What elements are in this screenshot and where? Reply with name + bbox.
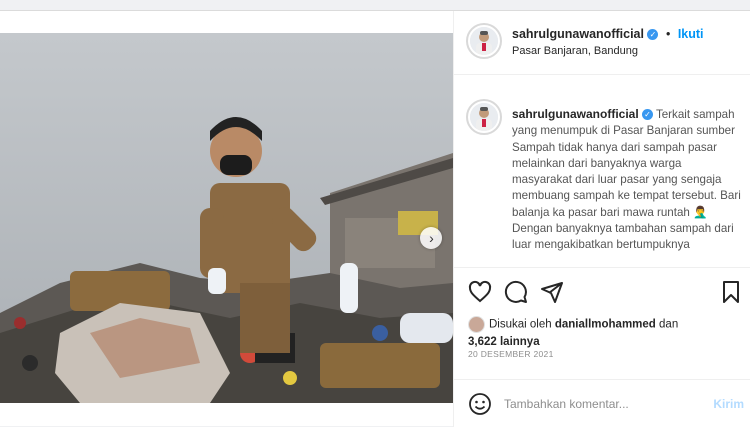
liker-avatar[interactable] xyxy=(468,316,485,333)
post-photo[interactable]: › xyxy=(0,33,453,403)
verified-badge-icon: ✓ xyxy=(647,29,659,41)
caption-text: sahrulgunawanofficial ✓ Terkait sampah y… xyxy=(512,106,742,254)
save-icon[interactable] xyxy=(719,280,743,304)
next-photo-button[interactable]: › xyxy=(420,227,442,249)
follow-button[interactable]: Ikuti xyxy=(678,27,704,41)
instagram-post-frame: › sahrulgunawanofficial ✓ • Ikuti Pasar … xyxy=(0,10,750,427)
post-image xyxy=(0,33,453,403)
caption-username[interactable]: sahrulgunawanofficial xyxy=(512,107,639,121)
chevron-right-icon: › xyxy=(429,230,434,246)
caption-avatar[interactable] xyxy=(466,99,502,135)
caption-paragraph-2: Dengan banyaknya tambahan sampah dari lu… xyxy=(512,222,734,252)
post-comment-button[interactable]: Kirim xyxy=(713,397,744,411)
post-header: sahrulgunawanofficial ✓ • Ikuti Pasar Ba… xyxy=(454,11,750,75)
action-bar xyxy=(454,267,750,315)
separator-dot: • xyxy=(665,27,671,41)
comment-bar: Kirim xyxy=(454,379,750,427)
caption-paragraph-1: Terkait sampah yang menumpuk di Pasar Ba… xyxy=(512,108,741,219)
liked-by-and: dan xyxy=(659,318,679,331)
share-icon[interactable] xyxy=(540,280,564,304)
comment-icon[interactable] xyxy=(504,280,528,304)
post-date[interactable]: 20 DESEMBER 2021 xyxy=(468,349,554,359)
username[interactable]: sahrulgunawanofficial xyxy=(512,27,644,41)
location-link[interactable]: Pasar Banjaran, Bandung xyxy=(512,45,638,57)
others-count[interactable]: 3,622 lainnya xyxy=(468,336,540,348)
comment-input[interactable] xyxy=(504,394,684,414)
liked-by-prefix: Disukai oleh xyxy=(489,318,552,331)
heart-icon[interactable] xyxy=(468,280,492,304)
post-sidebar: sahrulgunawanofficial ✓ • Ikuti Pasar Ba… xyxy=(453,11,750,427)
likes-summary: Disukai oleh daniallmohammed dan 3,622 l… xyxy=(468,316,678,351)
profile-picture xyxy=(470,27,498,55)
profile-picture xyxy=(470,103,498,131)
emoji-icon[interactable] xyxy=(468,392,492,416)
liked-by-user[interactable]: daniallmohammed xyxy=(555,319,656,331)
avatar[interactable] xyxy=(466,23,502,59)
caption-area: sahrulgunawanofficial ✓ Terkait sampah y… xyxy=(454,75,750,267)
verified-badge-icon: ✓ xyxy=(641,109,653,121)
